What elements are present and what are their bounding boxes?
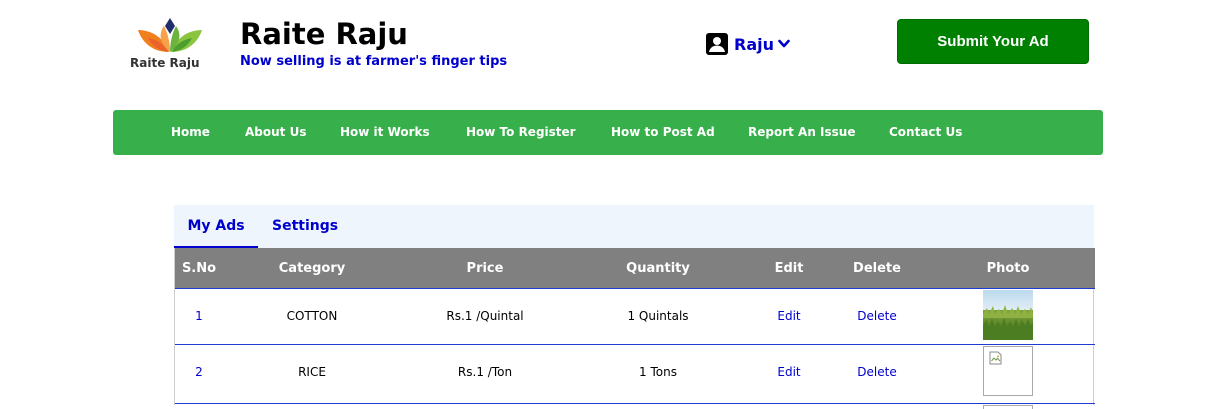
edit-link[interactable]: Edit: [777, 345, 800, 400]
nav-contact-us[interactable]: Contact Us: [889, 110, 962, 155]
nav-how-it-works[interactable]: How it Works: [340, 110, 430, 155]
chevron-down-icon: [778, 39, 790, 48]
tabs-bar: My Ads Settings: [174, 205, 1094, 248]
header-sno: S.No: [181, 261, 217, 276]
user-name: Raju: [734, 34, 774, 54]
my-ads-table: S.No Category Price Quantity Edit Delete…: [174, 248, 1095, 409]
site-tagline: Now selling is at farmer's finger tips: [240, 54, 508, 69]
header-category: Category: [278, 261, 346, 276]
table-row: 2 RICE Rs.1 /Ton 1 Tons Edit Delete: [175, 344, 1095, 400]
header-edit: Edit: [774, 261, 804, 276]
nav-how-to-register[interactable]: How To Register: [466, 110, 576, 155]
next-row-photo: [983, 405, 1033, 409]
nav-how-to-post-ad[interactable]: How to Post Ad: [611, 110, 715, 155]
nav-home[interactable]: Home: [171, 110, 210, 155]
header-photo: Photo: [986, 261, 1030, 276]
crop-photo[interactable]: [983, 290, 1033, 340]
tab-my-ads[interactable]: My Ads: [174, 205, 258, 248]
table-header: S.No Category Price Quantity Edit Delete…: [175, 248, 1095, 288]
logo-text: Raite Raju: [130, 56, 200, 70]
row-sno-link[interactable]: 1: [195, 289, 203, 344]
row-quantity: 1 Quintals: [627, 309, 689, 323]
user-menu[interactable]: Raju: [706, 32, 790, 56]
header-delete: Delete: [853, 261, 901, 276]
lotus-logo-icon: [138, 18, 202, 52]
account-panel: My Ads Settings S.No Category Price Quan…: [174, 205, 1095, 409]
nav-report-an-issue[interactable]: Report An Issue: [748, 110, 855, 155]
broken-photo[interactable]: [983, 346, 1033, 396]
site-title: Raite Raju: [240, 17, 408, 51]
header-price: Price: [466, 261, 504, 276]
nav-about-us[interactable]: About Us: [245, 110, 306, 155]
edit-link[interactable]: Edit: [777, 289, 800, 344]
main-nav: Home About Us How it Works How To Regist…: [113, 110, 1103, 155]
row-price: Rs.1 /Quintal: [446, 309, 524, 323]
tab-settings[interactable]: Settings: [272, 205, 338, 248]
row-quantity: 1 Tons: [639, 365, 677, 379]
row-category: RICE: [298, 365, 326, 379]
row-sno-link[interactable]: 2: [195, 345, 203, 400]
row-price: Rs.1 /Ton: [457, 365, 513, 379]
delete-link[interactable]: Delete: [857, 345, 896, 400]
user-profile-icon: [706, 33, 728, 55]
submit-ad-button[interactable]: Submit Your Ad: [897, 19, 1089, 64]
row-category: COTTON: [286, 309, 338, 323]
broken-image-icon: [989, 351, 1002, 365]
site-logo[interactable]: Raite Raju: [128, 16, 210, 74]
delete-link[interactable]: Delete: [857, 289, 896, 344]
table-row: 1 COTTON Rs.1 /Quintal 1 Quintals Edit D…: [175, 288, 1095, 344]
header-quantity: Quantity: [626, 261, 690, 276]
